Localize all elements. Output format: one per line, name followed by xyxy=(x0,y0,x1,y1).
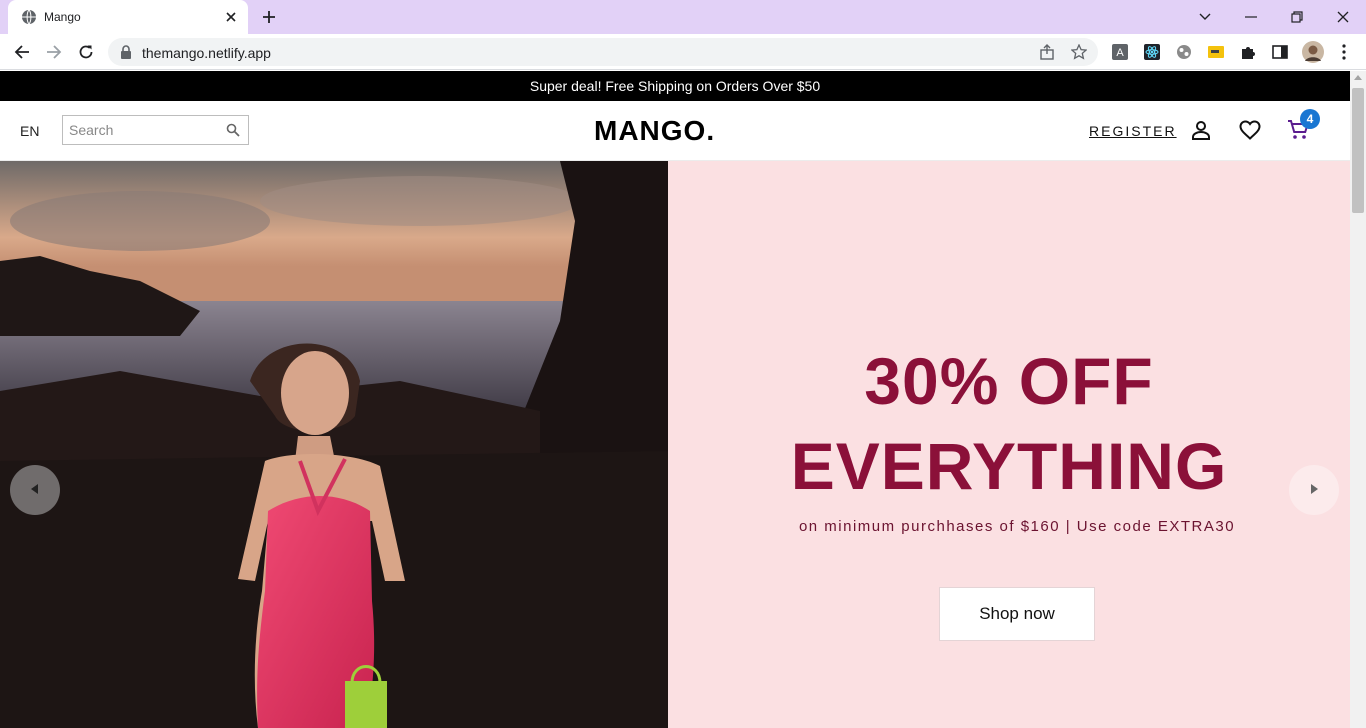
star-icon[interactable] xyxy=(1070,43,1088,61)
translate-extension-icon[interactable]: A xyxy=(1111,43,1129,61)
promo-text: Super deal! Free Shipping on Orders Over… xyxy=(529,78,821,94)
plus-icon[interactable] xyxy=(259,7,279,27)
site-header: EN MANGO. REGISTER 4 xyxy=(0,101,1350,161)
hero-promo-panel: 30% OFF EVERYTHING on minimum purchhases… xyxy=(668,161,1350,728)
close-window-icon[interactable] xyxy=(1330,4,1356,30)
search-icon[interactable] xyxy=(226,123,240,137)
promo-bar: Super deal! Free Shipping on Orders Over… xyxy=(0,71,1350,101)
more-vert-icon[interactable] xyxy=(1335,43,1353,61)
minimize-icon[interactable] xyxy=(1238,4,1264,30)
carousel-next-button[interactable] xyxy=(1289,465,1339,515)
page-scrollbar[interactable] xyxy=(1350,71,1366,728)
chevron-right-icon xyxy=(1310,481,1318,499)
scroll-up-arrow[interactable] xyxy=(1354,75,1362,80)
globe-icon xyxy=(21,9,37,25)
search-input[interactable] xyxy=(63,116,223,144)
forward-icon[interactable] xyxy=(42,40,66,64)
sidepanel-icon[interactable] xyxy=(1271,43,1289,61)
hero-image xyxy=(0,161,668,728)
chevron-down-icon[interactable] xyxy=(1192,4,1218,30)
svg-text:A: A xyxy=(1116,47,1124,59)
folder-extension-icon[interactable] xyxy=(1207,43,1225,61)
share-icon[interactable] xyxy=(1038,43,1056,61)
heart-icon[interactable] xyxy=(1237,117,1263,143)
language-selector[interactable]: EN xyxy=(20,123,39,139)
hero-headline-line2: EVERYTHING xyxy=(790,429,1228,503)
web-page: Super deal! Free Shipping on Orders Over… xyxy=(0,71,1350,728)
hero-carousel: 30% OFF EVERYTHING on minimum purchhases… xyxy=(0,161,1350,728)
back-icon[interactable] xyxy=(10,40,34,64)
tab-strip: Mango xyxy=(0,0,1366,34)
restore-icon[interactable] xyxy=(1284,4,1310,30)
browser-toolbar: themango.netlify.app A xyxy=(0,34,1366,70)
scroll-thumb[interactable] xyxy=(1352,88,1364,213)
hero-headline-line1: 30% OFF xyxy=(864,344,1154,418)
register-link[interactable]: REGISTER xyxy=(1089,123,1177,139)
address-bar[interactable]: themango.netlify.app xyxy=(108,38,1098,66)
tab-title: Mango xyxy=(44,10,81,24)
carousel-prev-button[interactable] xyxy=(10,465,60,515)
react-devtools-icon[interactable] xyxy=(1143,43,1161,61)
avatar[interactable] xyxy=(1302,41,1324,63)
url-text: themango.netlify.app xyxy=(142,45,271,61)
site-logo[interactable]: MANGO. xyxy=(594,115,715,147)
close-icon[interactable] xyxy=(222,8,240,26)
wappalyzer-icon[interactable] xyxy=(1175,43,1193,61)
cart-count-badge: 4 xyxy=(1300,109,1320,129)
reload-icon[interactable] xyxy=(74,40,98,64)
user-icon[interactable] xyxy=(1188,117,1214,143)
shop-now-button[interactable]: Shop now xyxy=(939,587,1095,641)
search-box[interactable] xyxy=(62,115,249,145)
browser-tab[interactable]: Mango xyxy=(8,0,248,34)
hero-subline: on minimum purchhases of $160 | Use code… xyxy=(798,518,1236,535)
lock-icon[interactable] xyxy=(120,45,132,59)
chevron-left-icon xyxy=(31,481,39,499)
puzzle-icon[interactable] xyxy=(1239,43,1257,61)
